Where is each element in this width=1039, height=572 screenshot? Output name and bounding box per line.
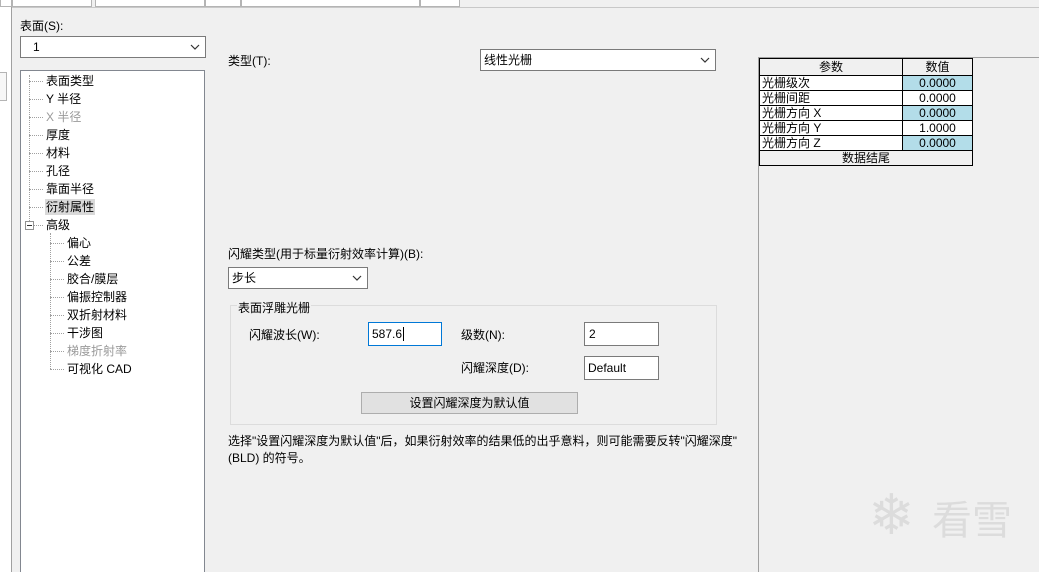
- table-row: 光栅方向 X 0.0000: [759, 105, 973, 121]
- toolbar-tab[interactable]: [420, 0, 460, 7]
- tree-connector: [50, 297, 64, 298]
- tree-connector: [29, 135, 43, 136]
- tree-connector: [50, 243, 64, 244]
- blaze-wavelength-label: 闪耀波长(W):: [249, 328, 320, 342]
- side-panel-handle[interactable]: [0, 72, 7, 101]
- toolbar-tab[interactable]: [205, 0, 241, 7]
- table-row: 光栅方向 Z 0.0000: [759, 135, 973, 151]
- tree-connector: [29, 171, 43, 172]
- tree-connector: [50, 279, 64, 280]
- type-dropdown-value: 线性光栅: [484, 53, 533, 67]
- tree-connector: [50, 315, 64, 316]
- tree-item-coating[interactable]: 胶合/膜层: [66, 271, 119, 287]
- order-value: 2: [589, 327, 596, 341]
- table-row: 光栅间距 0.0000: [759, 90, 973, 106]
- param-name-cell[interactable]: 光栅方向 X: [759, 105, 903, 121]
- chevron-down-icon: [700, 57, 710, 63]
- note-line-2: (BLD) 的符号。: [228, 451, 311, 465]
- surface-label: 表面(S):: [20, 19, 64, 33]
- param-name-cell[interactable]: 光栅方向 Z: [759, 135, 903, 151]
- tree-item-grin[interactable]: 梯度折射率: [66, 343, 128, 359]
- table-row: 光栅级次 0.0000: [759, 75, 973, 91]
- tree-connector: [34, 225, 43, 226]
- tree-connector: [29, 153, 43, 154]
- param-name-cell[interactable]: 光栅方向 Y: [759, 120, 903, 136]
- tree-connector: [29, 189, 43, 190]
- surface-dropdown-value: 1: [33, 40, 40, 54]
- toolbar-tab[interactable]: [0, 0, 12, 7]
- table-footer: 数据结尾: [759, 150, 973, 166]
- table-header-row: 参数 数值: [759, 58, 973, 76]
- table-row: 光栅方向 Y 1.0000: [759, 120, 973, 136]
- param-value-cell[interactable]: 0.0000: [902, 75, 973, 91]
- tree-item-face-radius[interactable]: 靠面半径: [45, 181, 95, 197]
- note-line-1: 选择"设置闪耀深度为默认值"后，如果衍射效率的结果低的出乎意料，则可能需要反转"…: [228, 434, 738, 448]
- group-title: 表面浮雕光栅: [237, 301, 312, 315]
- tree-connector: [50, 233, 51, 369]
- blaze-type-label: 闪耀类型(用于标量衍射效率计算)(B):: [228, 247, 424, 261]
- tree-item-polarization[interactable]: 偏振控制器: [66, 289, 128, 305]
- tree-item-advanced[interactable]: 高级: [45, 217, 71, 233]
- param-name-cell[interactable]: 光栅间距: [759, 90, 903, 106]
- param-name-cell[interactable]: 光栅级次: [759, 75, 903, 91]
- type-dropdown[interactable]: 线性光栅: [480, 49, 716, 71]
- tree-item-y-radius[interactable]: Y 半径: [45, 91, 82, 107]
- param-value-cell[interactable]: 0.0000: [902, 135, 973, 151]
- toolbar-tab[interactable]: [95, 0, 205, 7]
- snowflake-icon: ❄: [868, 483, 915, 548]
- side-panel-edge: [0, 7, 12, 572]
- column-header-value[interactable]: 数值: [902, 58, 973, 76]
- order-input[interactable]: 2: [584, 322, 659, 346]
- collapse-minus-icon[interactable]: [25, 221, 34, 230]
- chevron-down-icon: [190, 44, 200, 50]
- tree-connector: [50, 333, 64, 334]
- column-header-parameter[interactable]: 参数: [759, 58, 903, 76]
- text-caret: [403, 327, 405, 341]
- tree-item-diffraction[interactable]: 衍射属性: [45, 199, 96, 215]
- tree-item-material[interactable]: 材料: [45, 145, 71, 161]
- table-footer-row: 数据结尾: [759, 150, 973, 166]
- tree-item-cad[interactable]: 可视化 CAD: [66, 361, 133, 377]
- tree-connector: [50, 351, 64, 352]
- param-value-cell[interactable]: 1.0000: [902, 120, 973, 136]
- tree-connector: [29, 75, 30, 221]
- tree-item-tilt-decenter[interactable]: 偏心: [66, 235, 92, 251]
- blaze-wavelength-value: 587.6: [372, 327, 403, 341]
- set-default-depth-button[interactable]: 设置闪耀深度为默认值: [361, 392, 578, 414]
- tree-connector: [50, 369, 64, 370]
- tree-item-interferogram[interactable]: 干涉图: [66, 325, 104, 341]
- tree-item-surface-type[interactable]: 表面类型: [45, 73, 95, 89]
- watermark-logo-text: 看雪: [932, 499, 1012, 543]
- tree-connector: [29, 207, 43, 208]
- surface-dropdown[interactable]: 1: [20, 36, 206, 58]
- type-label: 类型(T):: [228, 54, 271, 68]
- chevron-down-icon: [352, 275, 362, 281]
- tree-item-thickness[interactable]: 厚度: [45, 127, 71, 143]
- parameter-table: 参数 数值 光栅级次 0.0000 光栅间距 0.0000 光栅方向 X 0.0…: [759, 58, 973, 166]
- tree-item-x-radius[interactable]: X 半径: [45, 109, 82, 125]
- param-value-cell[interactable]: 0.0000: [902, 90, 973, 106]
- tree-connector: [29, 81, 43, 82]
- toolbar-tab[interactable]: [241, 0, 420, 7]
- blaze-depth-label: 闪耀深度(D):: [461, 361, 529, 375]
- tree-connector: [50, 261, 64, 262]
- tree-connector: [29, 117, 43, 118]
- surface-properties-tree[interactable]: 表面类型 Y 半径 X 半径 厚度 材料 孔径 靠面半径 衍射属性 高级 偏心 …: [20, 70, 205, 572]
- panel-top-border: [12, 7, 1039, 8]
- blaze-wavelength-input[interactable]: 587.6: [368, 322, 442, 346]
- param-value-cell[interactable]: 0.0000: [902, 105, 973, 121]
- tree-item-tolerance[interactable]: 公差: [66, 253, 92, 269]
- blaze-type-dropdown-value: 步长: [232, 271, 257, 285]
- top-tab-strip: [0, 0, 460, 7]
- tree-connector: [29, 99, 43, 100]
- blaze-depth-value: Default: [588, 361, 627, 375]
- blaze-depth-input[interactable]: Default: [584, 356, 659, 380]
- blaze-type-dropdown[interactable]: 步长: [228, 267, 368, 289]
- tree-item-aperture[interactable]: 孔径: [45, 163, 71, 179]
- tree-item-birefringent[interactable]: 双折射材料: [66, 307, 128, 323]
- toolbar-tab[interactable]: [12, 0, 92, 7]
- order-label: 级数(N):: [461, 328, 505, 342]
